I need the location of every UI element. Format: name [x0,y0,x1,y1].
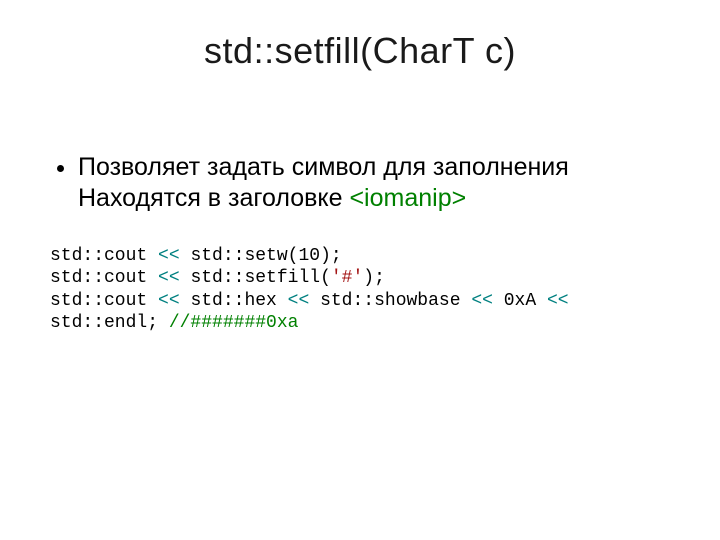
bullet-list: Позволяет задать символ для заполнения Н… [50,152,670,215]
t [493,291,504,311]
code-block: std::cout << std::setw(10); std::cout <<… [50,245,670,335]
t: std::cout [50,246,158,266]
op: << [158,246,180,266]
op: << [158,291,180,311]
op: << [288,291,310,311]
t: ); [363,268,385,288]
t: std::hex [180,291,288,311]
t: std::cout [50,268,158,288]
t: std::setw( [180,246,299,266]
t: std::showbase [309,291,471,311]
bullet-line1: Позволяет задать символ для заполнения [78,153,569,181]
bullet-line2-text: Находятся в заголовке [78,184,349,212]
code-line-2: std::cout << std::setfill('#'); [50,268,385,288]
num: 10 [298,246,320,266]
code-line-4: std::endl; //#######0xa [50,313,298,333]
num: 0xA [504,291,536,311]
slide: std::setfill(CharT c) Позволяет задать с… [0,0,720,540]
char-lit: '#' [331,268,363,288]
op: << [547,291,569,311]
slide-title: std::setfill(CharT c) [50,30,670,72]
bullet-item: Позволяет задать символ для заполнения Н… [78,152,670,215]
t: std::endl; [50,313,169,333]
t: std::setfill( [180,268,331,288]
t: std::cout [50,291,158,311]
t [536,291,547,311]
code-line-3: std::cout << std::hex << std::showbase <… [50,291,569,311]
t: ); [320,246,342,266]
code-line-1: std::cout << std::setw(10); [50,246,342,266]
op: << [471,291,493,311]
op: << [158,268,180,288]
header-name: <iomanip> [349,184,466,212]
comment: //#######0xa [169,313,299,333]
